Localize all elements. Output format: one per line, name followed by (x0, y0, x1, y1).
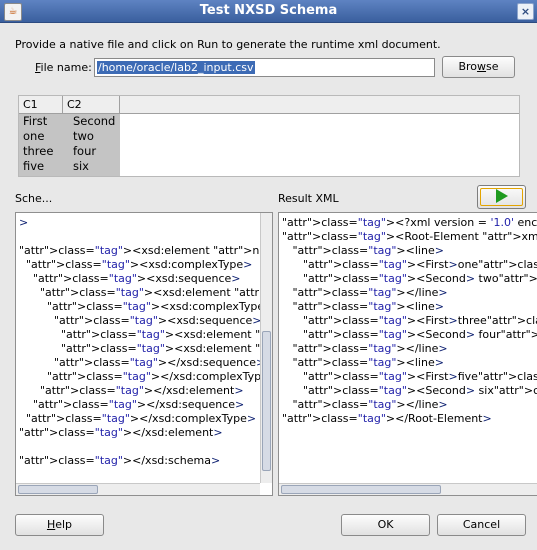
code-line: "attr">class="tag"><Root-Element "attr">… (282, 230, 537, 243)
ok-button[interactable]: OK (341, 514, 430, 536)
table-cell: four (73, 144, 97, 158)
code-line: "attr">class="tag"></xsd:sequence> (53, 356, 265, 369)
code-line: "attr">class="tag"><First>one"attr">clas… (302, 258, 537, 271)
code-line: "attr">class="tag"></line> (292, 398, 448, 411)
code-line: "attr">class="tag"><First>three"attr">cl… (302, 314, 537, 327)
scrollbar-thumb[interactable] (18, 485, 98, 494)
code-line: "attr">class="tag"><xsd:element "attr">n… (39, 286, 272, 299)
title-bar: ☕ Test NXSD Schema × (0, 0, 537, 23)
code-line: "attr">class="tag"></xsd:sequence> (33, 398, 245, 411)
table-cell: First (23, 114, 48, 128)
code-line: "attr">class="tag"></xsd:element> (39, 384, 244, 397)
code-line: "attr">class="tag"><xsd:sequence> (33, 272, 241, 285)
code-line: "attr">class="tag"><line> (292, 356, 444, 369)
table-cell: one (23, 129, 45, 143)
code-line: "attr">class="tag"><line> (292, 300, 444, 313)
table-cell: three (23, 144, 54, 158)
code-line: "attr">class="tag"><Second> six"attr">cl… (302, 384, 537, 397)
code-line: "attr">class="tag"></line> (292, 286, 448, 299)
column-header[interactable]: C2 (63, 96, 120, 113)
code-line: "attr">class="tag"><?xml version = '1.0'… (282, 216, 537, 229)
instruction-text: Provide a native file and click on Run t… (15, 38, 441, 51)
file-name-input[interactable]: /home/oracle/lab2_input.csv (94, 58, 435, 77)
code-line: "attr">class="tag"></xsd:schema> (19, 454, 221, 467)
run-button[interactable] (477, 185, 526, 209)
code-line: "attr">class="tag"></xsd:complexType> (26, 412, 257, 425)
code-line: "attr">class="tag"></xsd:element> (19, 426, 223, 439)
code-line: "attr">class="tag"></Root-Element> (282, 412, 492, 425)
code-line: > (19, 216, 29, 229)
table-header: C1 C2 (19, 96, 519, 114)
table-cell: Second (73, 114, 116, 128)
table-cell: five (23, 159, 45, 173)
code-line: "attr">class="tag"><xsd:complexType> (26, 258, 253, 271)
column-header[interactable]: C1 (19, 96, 63, 113)
schema-horizontal-scrollbar[interactable] (16, 483, 260, 495)
schema-pane[interactable]: > "attr">class="tag"><xsd:element "attr">… (15, 212, 273, 496)
code-line: "attr">class="tag"></line> (292, 342, 448, 355)
browse-button[interactable]: Browse (442, 56, 515, 78)
code-line: "attr">class="tag"><xsd:element "attr">n… (60, 328, 272, 341)
code-line: "attr">class="tag"><Second> four"attr">c… (302, 328, 537, 341)
code-line: "attr">class="tag"><xsd:element "attr">n… (60, 342, 272, 355)
code-line: "attr">class="tag"><First>five"attr">cla… (302, 370, 537, 383)
code-line: "attr">class="tag"><xsd:sequence> (53, 314, 262, 327)
code-line: "attr">class="tag"><line> (292, 244, 444, 257)
code-line: "attr">class="tag"><Second> two"attr">cl… (302, 272, 537, 285)
help-button[interactable]: Help (15, 514, 104, 536)
csv-preview-table: C1 C2 First Second one two three four fi… (18, 95, 520, 177)
table-cell: two (73, 129, 94, 143)
run-icon (496, 189, 508, 203)
scrollbar-thumb[interactable] (262, 331, 271, 471)
cancel-button[interactable]: Cancel (437, 514, 526, 536)
window-title: Test NXSD Schema (199, 3, 338, 18)
code-line: "attr">class="tag"></xsd:complexType> (46, 370, 272, 383)
table-body: First Second one two three four five six (19, 114, 120, 176)
table-cell: six (73, 159, 89, 173)
code-line: "attr">class="tag"><xsd:element "attr">n… (19, 244, 272, 257)
code-line: "attr">class="tag"><xsd:complexType> (46, 300, 272, 313)
scrollbar-thumb[interactable] (281, 485, 441, 494)
result-xml-pane[interactable]: "attr">class="tag"><?xml version = '1.0'… (278, 212, 537, 496)
close-button[interactable]: × (517, 3, 534, 20)
file-name-label: File name: (35, 61, 92, 74)
schema-vertical-scrollbar[interactable] (260, 213, 272, 483)
result-xml-label: Result XML (278, 192, 339, 205)
result-horizontal-scrollbar[interactable] (279, 483, 537, 495)
schema-label: Sche... (15, 192, 53, 205)
